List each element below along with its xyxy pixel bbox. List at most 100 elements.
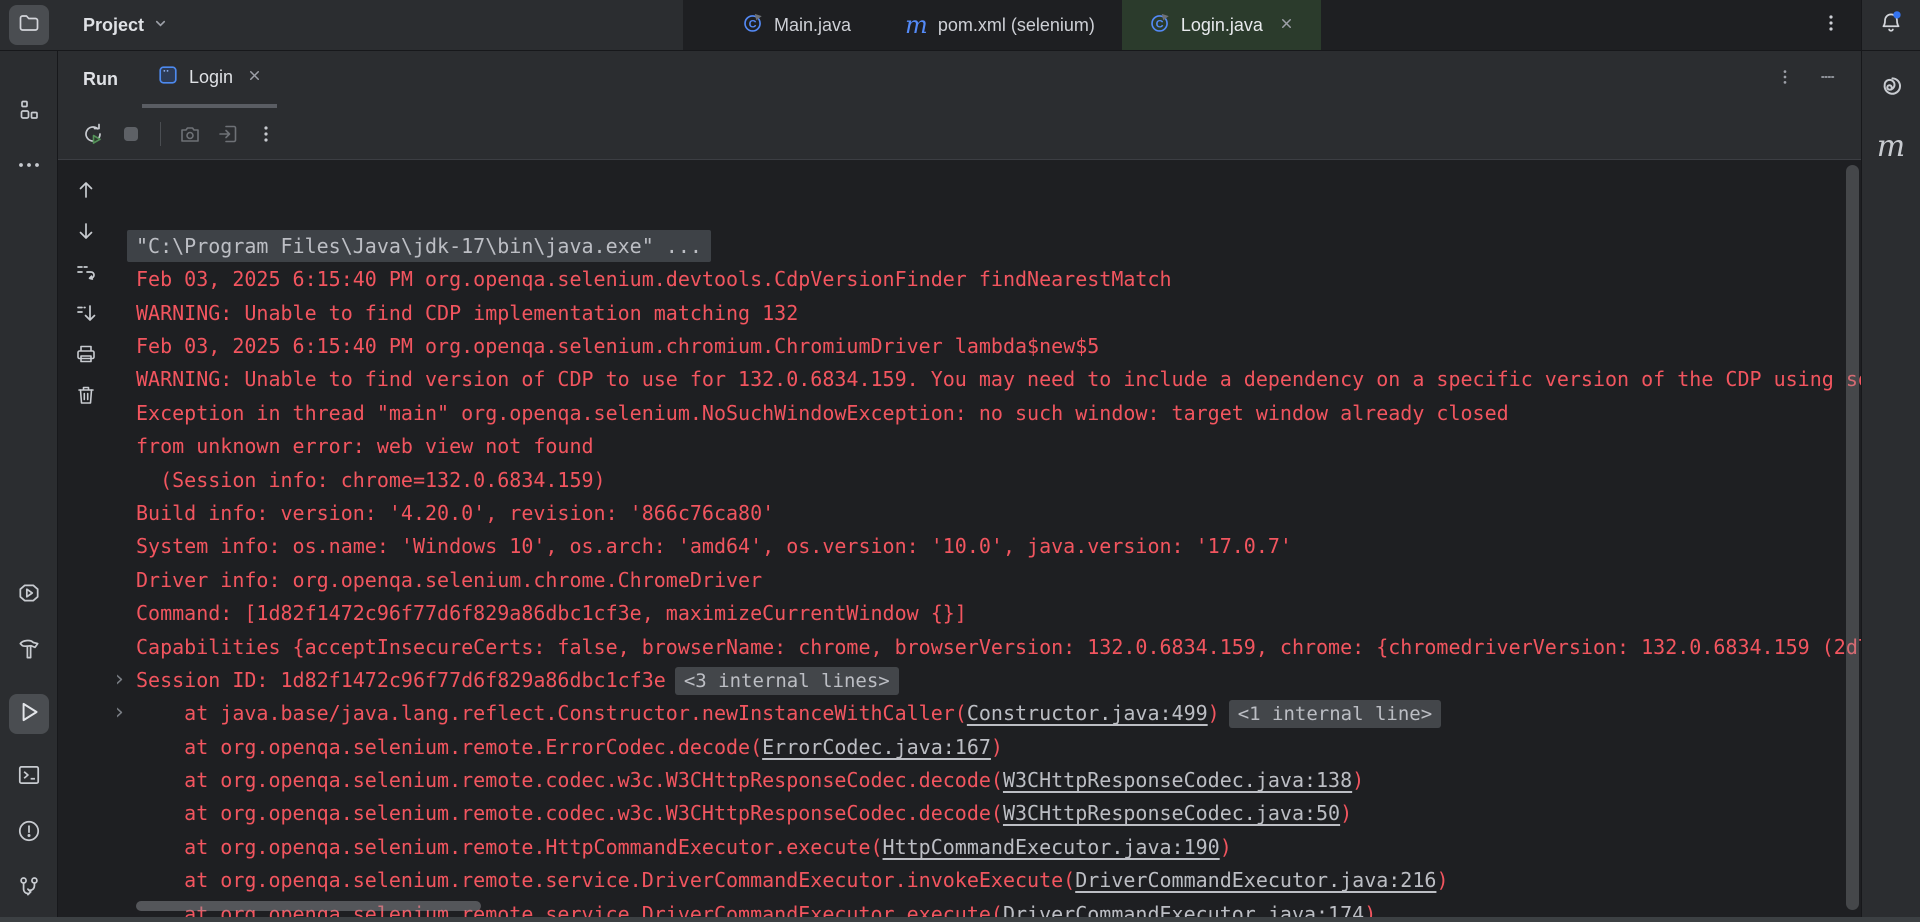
structure-icon <box>17 99 41 128</box>
run-config-icon <box>157 64 179 91</box>
services-tool-button[interactable] <box>16 582 42 608</box>
maven-icon: m <box>1877 132 1905 162</box>
print-button[interactable] <box>74 342 98 366</box>
console-text: Feb 03, 2025 6:15:40 PM org.openqa.selen… <box>136 334 1099 358</box>
scroll-to-end-button[interactable] <box>74 301 98 325</box>
console-text: Exception in thread "main" org.openqa.se… <box>136 401 1509 425</box>
fold-chevron-icon[interactable]: › <box>115 663 124 696</box>
run-tab-login[interactable]: Login <box>142 51 277 108</box>
down-stack-trace-button[interactable] <box>74 219 98 243</box>
project-panel-header[interactable]: Project <box>57 0 683 50</box>
more-dots-icon <box>16 152 42 183</box>
console-line: System info: os.name: 'Windows 10', os.a… <box>114 530 1861 563</box>
editor-tab-main-java[interactable]: C Main.java <box>715 0 878 50</box>
run-console: "C:\Program Files\Java\jdk-17\bin\java.e… <box>58 160 1861 922</box>
services-icon <box>16 580 42 611</box>
window-bottom-edge <box>0 917 1920 922</box>
editor-tabs-more-button[interactable] <box>1821 13 1841 38</box>
problems-tool-button[interactable] <box>16 820 42 846</box>
console-text: WARNING: Unable to find version of CDP t… <box>136 367 1861 391</box>
stack-trace-link[interactable]: W3CHttpResponseCodec.java:138 <box>1003 768 1352 792</box>
stack-trace-link[interactable]: Constructor.java:499 <box>967 701 1208 725</box>
console-text: ) <box>1352 768 1364 792</box>
console-text: Capabilities {acceptInsecureCerts: false… <box>136 635 1861 659</box>
left-tool-stripe <box>0 51 58 922</box>
notifications-bell-icon[interactable] <box>1878 10 1904 41</box>
console-line: at org.openqa.selenium.remote.service.Dr… <box>114 864 1861 897</box>
horizontal-scrollbar[interactable] <box>136 901 481 911</box>
console-text: (Session info: chrome=132.0.6834.159) <box>136 468 606 492</box>
java-class-icon: C <box>742 12 764 39</box>
soft-wrap-button[interactable] <box>74 260 98 284</box>
console-line: Build info: version: '4.20.0', revision:… <box>114 497 1861 530</box>
project-selector-label: Project <box>83 15 144 36</box>
run-header-more-icon[interactable] <box>1776 68 1794 91</box>
stack-trace-link[interactable]: W3CHttpResponseCodec.java:50 <box>1003 801 1340 825</box>
project-tool-window-button[interactable] <box>9 5 49 45</box>
hide-tool-window-icon[interactable] <box>1818 67 1838 92</box>
run-tool-window-title: Run <box>83 69 118 90</box>
vertical-scrollbar[interactable] <box>1846 165 1859 910</box>
ai-assistant-icon <box>1877 73 1905 106</box>
console-text: WARNING: Unable to find CDP implementati… <box>136 301 798 325</box>
console-text: at org.openqa.selenium.remote.codec.w3c.… <box>136 768 1003 792</box>
run-tool-window: Run Login <box>58 51 1861 922</box>
console-line: WARNING: Unable to find version of CDP t… <box>114 363 1861 396</box>
console-text: at org.openqa.selenium.remote.HttpComman… <box>136 835 883 859</box>
console-line: ›Session ID: 1d82f1472c96f77d6f829a86dbc… <box>114 664 1861 697</box>
console-text: System info: os.name: 'Windows 10', os.a… <box>136 534 1292 558</box>
build-tool-button[interactable] <box>16 638 42 664</box>
maven-tool-button[interactable]: m <box>1878 134 1904 160</box>
run-play-icon <box>16 699 42 730</box>
console-text: ) <box>1208 701 1220 725</box>
editor-tab-login-java[interactable]: C Login.java <box>1122 0 1321 50</box>
command-line-text: "C:\Program Files\Java\jdk-17\bin\java.e… <box>127 230 711 262</box>
maven-icon: m <box>905 13 928 37</box>
svg-text:C: C <box>749 18 757 30</box>
right-tool-stripe: m <box>1861 51 1920 922</box>
console-line: "C:\Program Files\Java\jdk-17\bin\java.e… <box>114 230 1861 263</box>
terminal-tool-button[interactable] <box>16 764 42 790</box>
stop-button[interactable] <box>119 122 143 146</box>
hammer-icon <box>16 636 42 667</box>
run-tool-window-header: Run Login <box>58 51 1861 108</box>
console-line: › at java.base/java.lang.reflect.Constru… <box>114 697 1861 730</box>
clear-all-button[interactable] <box>74 383 98 407</box>
console-text: Command: [1d82f1472c96f77d6f829a86dbc1cf… <box>136 601 967 625</box>
console-line: Feb 03, 2025 6:15:40 PM org.openqa.selen… <box>114 330 1861 363</box>
version-control-tool-button[interactable] <box>16 876 42 902</box>
close-icon[interactable] <box>1279 15 1294 36</box>
svg-text:C: C <box>1155 18 1163 30</box>
more-tool-windows-button[interactable] <box>16 154 42 180</box>
console-text: ) <box>1220 835 1232 859</box>
structure-tool-button[interactable] <box>16 100 42 126</box>
console-text: Feb 03, 2025 6:15:40 PM org.openqa.selen… <box>136 267 1172 291</box>
thread-dump-button[interactable] <box>178 122 202 146</box>
run-tool-window-button[interactable] <box>9 694 49 734</box>
console-line: Feb 03, 2025 6:15:40 PM org.openqa.selen… <box>114 263 1861 296</box>
fold-chevron-icon[interactable]: › <box>115 696 124 729</box>
console-text: at org.openqa.selenium.remote.ErrorCodec… <box>136 735 762 759</box>
console-line: Capabilities {acceptInsecureCerts: false… <box>114 631 1861 664</box>
up-stack-trace-button[interactable] <box>74 178 98 202</box>
rerun-button[interactable] <box>81 122 105 146</box>
console-line: at org.openqa.selenium.remote.codec.w3c.… <box>114 764 1861 797</box>
close-icon[interactable] <box>247 67 262 88</box>
editor-tab-pom-xml[interactable]: m pom.xml (selenium) <box>878 0 1122 50</box>
console-line: (Session info: chrome=132.0.6834.159) <box>114 464 1861 497</box>
console-line: at org.openqa.selenium.remote.codec.w3c.… <box>114 797 1861 830</box>
console-output[interactable]: "C:\Program Files\Java\jdk-17\bin\java.e… <box>114 160 1861 922</box>
attach-debugger-button[interactable] <box>216 122 240 146</box>
ai-assistant-button[interactable] <box>1878 76 1904 102</box>
console-action-gutter <box>58 160 114 922</box>
stack-trace-link[interactable]: DriverCommandExecutor.java:216 <box>1075 868 1436 892</box>
console-text: ) <box>1340 801 1352 825</box>
stack-trace-link[interactable]: HttpCommandExecutor.java:190 <box>883 835 1220 859</box>
console-text: at org.openqa.selenium.remote.codec.w3c.… <box>136 801 1003 825</box>
stack-trace-link[interactable]: ErrorCodec.java:167 <box>762 735 991 759</box>
internal-lines-badge[interactable]: <1 internal line> <box>1229 700 1441 728</box>
internal-lines-badge[interactable]: <3 internal lines> <box>675 667 899 695</box>
console-line: WARNING: Unable to find CDP implementati… <box>114 297 1861 330</box>
toolbar-more-button[interactable] <box>254 122 278 146</box>
editor-tab-label: Main.java <box>774 15 851 36</box>
